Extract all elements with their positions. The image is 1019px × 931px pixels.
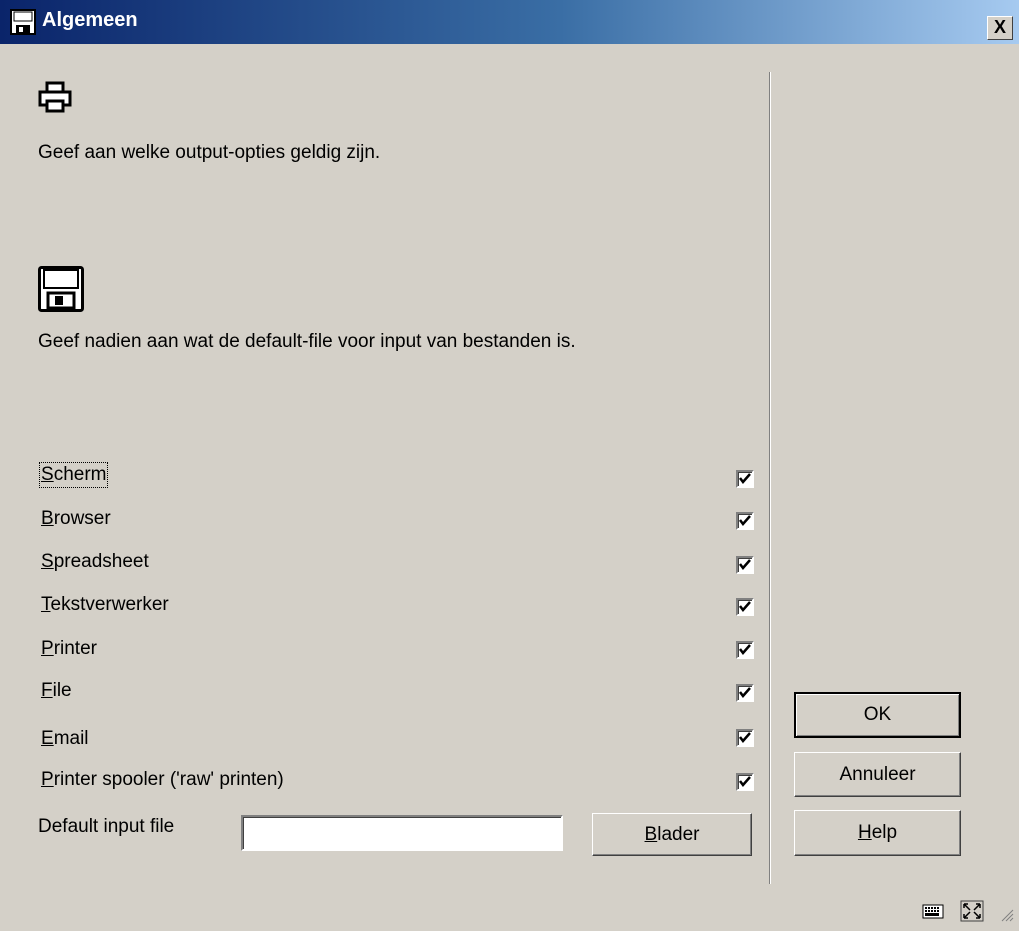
default-input-file-field[interactable]: [241, 815, 563, 851]
option-text: cherm: [53, 464, 107, 485]
checkmark-icon: [739, 601, 751, 612]
option-browser-label[interactable]: Browser: [41, 508, 111, 530]
option-accelerator: P: [41, 638, 54, 659]
option-tekstverwerker-label[interactable]: Tekstverwerker: [41, 594, 169, 616]
option-printer-spooler-label[interactable]: Printer spooler ('raw' printen): [41, 769, 284, 791]
printer-icon: [38, 80, 72, 120]
option-file-checkbox[interactable]: [736, 684, 754, 702]
option-accelerator: F: [41, 680, 53, 701]
option-text: rinter: [53, 638, 97, 659]
maximize-icon[interactable]: [960, 900, 984, 928]
option-file-label[interactable]: File: [41, 680, 72, 702]
option-tekstverwerker-checkbox[interactable]: [736, 598, 754, 616]
title-bar: Algemeen X: [0, 0, 1019, 44]
option-email-label[interactable]: Email: [41, 728, 89, 750]
option-text: rinter spooler ('raw' printen): [53, 769, 284, 790]
button-text: elp: [871, 822, 898, 843]
input-instruction: Geef nadien aan wat de default-file voor…: [38, 331, 576, 352]
option-email-checkbox[interactable]: [736, 729, 754, 747]
window-title: Algemeen: [42, 9, 138, 31]
output-instruction: Geef aan welke output-opties geldig zijn…: [38, 142, 381, 163]
button-accelerator: H: [857, 822, 872, 843]
dialog-body: Geef aan welke output-opties geldig zijn…: [0, 44, 1019, 931]
checkmark-icon: [739, 644, 751, 655]
checkmark-icon: [739, 732, 751, 743]
checkmark-icon: [739, 559, 751, 570]
checkmark-icon: [739, 473, 751, 484]
help-button[interactable]: Help: [794, 810, 961, 856]
divider: [769, 72, 771, 884]
option-text: mail: [53, 728, 89, 749]
keyboard-icon[interactable]: [922, 902, 944, 926]
option-printer-checkbox[interactable]: [736, 641, 754, 659]
option-accelerator: S: [41, 551, 54, 572]
browse-button[interactable]: Blader: [592, 813, 752, 856]
button-accelerator: B: [644, 824, 658, 845]
checkmark-icon: [739, 687, 751, 698]
option-spreadsheet-checkbox[interactable]: [736, 556, 754, 574]
checkmark-icon: [739, 776, 751, 787]
checkmark-icon: [739, 515, 751, 526]
option-text: ile: [52, 680, 72, 701]
option-accelerator: T: [41, 594, 51, 615]
option-browser-checkbox[interactable]: [736, 512, 754, 530]
option-accelerator: E: [41, 728, 54, 749]
option-text: rowser: [53, 508, 111, 529]
option-printer-spooler-checkbox[interactable]: [736, 773, 754, 791]
floppy-disk-icon: [10, 9, 36, 35]
close-icon: X: [993, 17, 1006, 37]
default-input-file-label: Default input file: [38, 816, 175, 837]
option-accelerator: P: [41, 769, 54, 790]
cancel-button[interactable]: Annuleer: [794, 752, 961, 797]
close-button[interactable]: X: [987, 16, 1013, 40]
option-scherm-checkbox[interactable]: [736, 470, 754, 488]
ok-button[interactable]: OK: [794, 692, 961, 738]
option-accelerator: S: [41, 464, 54, 485]
option-text: preadsheet: [53, 551, 149, 572]
option-scherm-label[interactable]: Scherm: [38, 462, 109, 488]
option-printer-label[interactable]: Printer: [41, 638, 97, 660]
option-accelerator: B: [41, 508, 54, 529]
button-text: lader: [657, 824, 700, 845]
floppy-disk-icon: [38, 266, 84, 318]
resize-grip-icon[interactable]: [998, 906, 1014, 928]
option-spreadsheet-label[interactable]: Spreadsheet: [41, 551, 149, 573]
option-text: ekstverwerker: [50, 594, 169, 615]
